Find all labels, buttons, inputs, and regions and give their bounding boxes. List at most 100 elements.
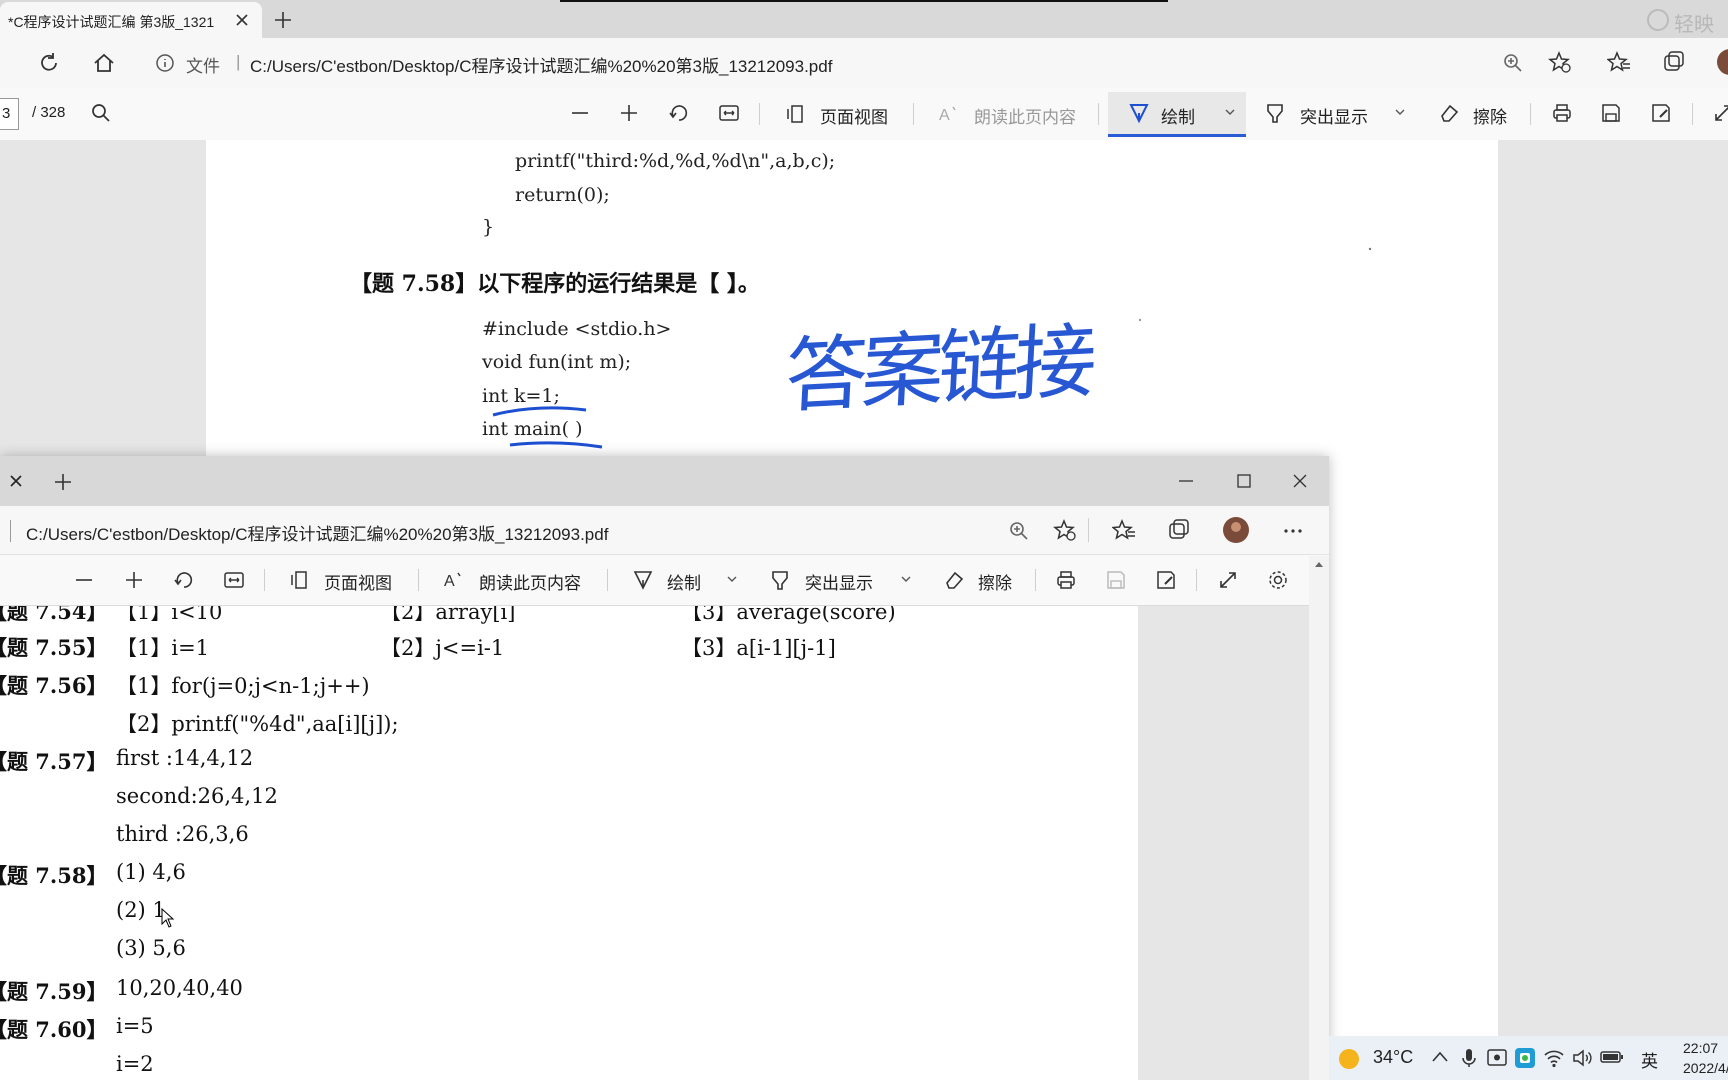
front-save-icon[interactable]: [1105, 569, 1127, 591]
weather-sun-icon[interactable]: [1337, 1047, 1361, 1071]
back-highlight-chevron-down-icon[interactable]: [1394, 106, 1406, 118]
answer-7-60-line1: i=5: [116, 1014, 154, 1038]
front-scrollbar[interactable]: [1309, 556, 1329, 1080]
front-save-as-icon[interactable]: [1155, 569, 1177, 591]
back-info-icon[interactable]: [155, 53, 175, 73]
back-save-icon[interactable]: [1600, 102, 1622, 124]
back-rotate-icon[interactable]: [668, 102, 690, 124]
volume-icon[interactable]: [1571, 1047, 1593, 1069]
answer-label-7-58: 【题 7.58】: [0, 863, 108, 888]
svg-text:A: A: [444, 573, 455, 590]
front-draw-button[interactable]: 绘制: [667, 569, 701, 594]
back-save-as-icon[interactable]: [1650, 102, 1672, 124]
front-draw-chevron-down-icon[interactable]: [726, 573, 738, 585]
front-fit-width-icon[interactable]: [223, 569, 245, 591]
back-refresh-icon[interactable]: [37, 51, 61, 75]
back-erase-button[interactable]: 擦除: [1473, 103, 1507, 128]
back-eraser-icon[interactable]: [1438, 102, 1460, 124]
back-zoom-in-icon[interactable]: [618, 102, 640, 124]
back-fit-width-icon[interactable]: [718, 102, 740, 124]
mouse-cursor-icon: [161, 908, 175, 928]
back-page-view-icon[interactable]: [784, 103, 806, 125]
front-zoom-in-icon[interactable]: [123, 569, 145, 591]
back-pdf-toolbar: 3 / 328 页面视图 A 朗读此页内容 绘制 突出显示 擦除: [0, 88, 1728, 141]
back-tab[interactable]: *C程序设计试题汇编 第3版_1321: [0, 2, 262, 38]
back-home-icon[interactable]: [92, 51, 116, 75]
back-print-icon[interactable]: [1551, 102, 1573, 124]
front-new-tab-icon[interactable]: [52, 471, 74, 493]
microphone-icon[interactable]: [1461, 1048, 1477, 1068]
answer-label-7-57: 【题 7.57】: [0, 749, 108, 774]
front-close-window-icon[interactable]: [1290, 471, 1310, 491]
front-draw-icon[interactable]: [632, 569, 654, 591]
answer-7-55-part2: 【2】j<=i-1: [380, 636, 505, 660]
answer-label-7-56: 【题 7.56】: [0, 673, 108, 698]
front-add-favorite-icon[interactable]: [1053, 518, 1077, 542]
front-collections-icon[interactable]: [1167, 518, 1191, 542]
front-highlight-button[interactable]: 突出显示: [805, 569, 873, 594]
front-highlight-chevron-down-icon[interactable]: [900, 573, 912, 585]
front-rotate-icon[interactable]: [173, 569, 195, 591]
front-read-aloud-button[interactable]: 朗读此页内容: [479, 569, 581, 594]
clock-time: 22:07: [1683, 1040, 1719, 1056]
wifi-icon[interactable]: [1543, 1047, 1565, 1069]
back-zoom-icon[interactable]: [1502, 52, 1524, 74]
back-profile-avatar[interactable]: [1716, 48, 1728, 76]
answer-label-7-55: 【题 7.55】: [0, 635, 108, 660]
front-profile-avatar[interactable]: [1222, 516, 1250, 544]
front-minimize-icon[interactable]: [1176, 471, 1196, 491]
recorder-watermark: 轻映: [1646, 8, 1728, 36]
back-add-favorite-icon[interactable]: [1548, 50, 1572, 74]
back-tab-close-icon[interactable]: [234, 12, 250, 28]
back-page-view-button[interactable]: 页面视图: [820, 103, 888, 128]
front-zoom-out-icon[interactable]: [73, 569, 95, 591]
back-favorites-icon[interactable]: [1607, 50, 1631, 74]
back-highlight-button[interactable]: 突出显示: [1300, 103, 1368, 128]
scroll-up-icon[interactable]: [1314, 560, 1324, 568]
front-zoom-icon[interactable]: [1008, 520, 1030, 542]
weather-temperature[interactable]: 34°C: [1373, 1047, 1413, 1068]
front-print-icon[interactable]: [1055, 569, 1077, 591]
front-tab-close-icon[interactable]: [8, 473, 24, 489]
taskbar-tray: 34°C 英 22:07 2022/4/: [1329, 1036, 1728, 1080]
back-fullscreen-icon[interactable]: [1712, 102, 1728, 124]
input-method-indicator[interactable]: 英: [1641, 1047, 1658, 1072]
back-address-separator: |: [236, 52, 241, 71]
back-highlight-icon[interactable]: [1264, 102, 1286, 124]
front-eraser-icon[interactable]: [943, 569, 965, 591]
front-erase-button[interactable]: 擦除: [978, 569, 1012, 594]
front-settings-icon[interactable]: [1267, 569, 1289, 591]
front-pdf-toolbar: 页面视图 A 朗读此页内容 绘制 突出显示 擦除: [0, 555, 1329, 606]
back-search-icon[interactable]: [90, 102, 112, 124]
back-collections-icon[interactable]: [1662, 50, 1686, 74]
answer-7-54-part3: 【3】average(score): [681, 606, 896, 624]
front-maximize-icon[interactable]: [1234, 471, 1254, 491]
front-url[interactable]: C:/Users/C'estbon/Desktop/C程序设计试题汇编%20%2…: [26, 520, 608, 545]
back-draw-button[interactable]: 绘制: [1108, 92, 1246, 137]
app-tray-icon[interactable]: [1514, 1047, 1536, 1069]
front-highlight-icon[interactable]: [769, 569, 791, 591]
back-read-aloud-button[interactable]: 朗读此页内容: [974, 103, 1076, 128]
front-favorites-icon[interactable]: [1112, 518, 1136, 542]
tray-chevron-up-icon[interactable]: [1431, 1050, 1449, 1064]
front-more-icon[interactable]: [1282, 520, 1304, 542]
back-page-number: 3: [2, 105, 11, 122]
back-file-label: 文件: [186, 57, 220, 76]
back-zoom-out-icon[interactable]: [569, 102, 591, 124]
battery-icon[interactable]: [1600, 1049, 1624, 1065]
back-draw-label: 绘制: [1161, 108, 1195, 127]
answer-7-57-line1: first :14,4,12: [116, 746, 254, 770]
handwritten-annotation-text: 答案链接: [782, 314, 1094, 425]
back-page-input[interactable]: 3: [0, 98, 19, 130]
front-fullscreen-icon[interactable]: [1217, 569, 1239, 591]
clock[interactable]: 22:07 2022/4/: [1683, 1038, 1728, 1078]
back-read-aloud-icon[interactable]: A: [938, 103, 960, 125]
front-read-aloud-icon[interactable]: A: [443, 569, 465, 591]
back-url[interactable]: C:/Users/C'estbon/Desktop/C程序设计试题汇编%20%2…: [250, 52, 832, 77]
answer-7-58-line2: (2) 1: [116, 898, 166, 922]
back-address-bar: 文件 | C:/Users/C'estbon/Desktop/C程序设计试题汇编…: [0, 38, 1728, 89]
front-page-view-button[interactable]: 页面视图: [324, 569, 392, 594]
back-new-tab-icon[interactable]: [272, 9, 294, 31]
front-page-view-icon[interactable]: [288, 569, 310, 591]
screen-capture-icon[interactable]: [1486, 1047, 1508, 1069]
